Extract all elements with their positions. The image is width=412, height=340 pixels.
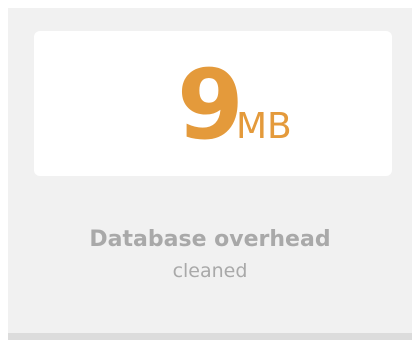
stat-value-panel: 9 MB — [34, 31, 392, 176]
stat-card: 9 MB — [8, 8, 412, 338]
stat-value-row: 9 MB — [34, 31, 392, 176]
card-bottom-border — [8, 333, 412, 340]
stat-unit: MB — [236, 106, 292, 147]
stat-subtitle: cleaned — [172, 260, 248, 282]
stat-number: 9 — [177, 49, 244, 161]
stat-title: Database overhead — [89, 227, 331, 252]
